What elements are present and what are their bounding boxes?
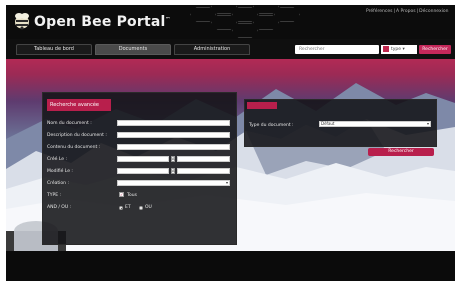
- hex-decoration: [274, 7, 300, 22]
- field-label: Modifié Le :: [47, 169, 73, 174]
- created-from-input[interactable]: [117, 156, 169, 162]
- field-label: Nom du document :: [47, 121, 92, 126]
- field-label: Créé Le :: [47, 157, 68, 162]
- document-description-input[interactable]: [117, 132, 230, 138]
- and-radio-label: ET: [125, 205, 131, 210]
- chevron-down-icon: ▾: [426, 121, 429, 126]
- hex-decoration: [253, 5, 279, 14]
- app-title: Open Bee Portal™: [34, 14, 171, 30]
- document-type-value: Défaut: [321, 121, 335, 126]
- field-label: Contenu du document :: [47, 145, 101, 150]
- field-label: Création :: [47, 181, 69, 186]
- hex-decoration: [232, 23, 258, 38]
- bee-logo-icon: [15, 13, 29, 30]
- modified-to-input[interactable]: [177, 168, 230, 174]
- preferences-link[interactable]: Préférences: [366, 9, 392, 14]
- field-label: Description du document :: [47, 133, 107, 138]
- document-type-panel: Type du document : Défaut ▾: [244, 99, 437, 147]
- main-nav: Tableau de bord Documents Administration…: [6, 39, 455, 59]
- find-button[interactable]: Rechercher: [368, 148, 434, 156]
- separator: |: [416, 9, 419, 14]
- footer: [6, 251, 455, 281]
- and-radio[interactable]: [119, 206, 123, 210]
- top-links: Préférences|A Propos|Déconnexion: [365, 9, 449, 14]
- date-range-separator: A: [171, 156, 175, 162]
- and-or-label: AND / OU :: [47, 205, 72, 210]
- type-label: TYPE :: [47, 193, 62, 198]
- mountain-background: Recherche avancée Nom du document : Desc…: [6, 59, 455, 251]
- document-name-input[interactable]: [117, 120, 230, 126]
- logout-link[interactable]: Déconnexion: [419, 9, 448, 14]
- document-type-label: Type du document :: [249, 123, 294, 128]
- all-types-checkbox[interactable]: ✓: [119, 192, 124, 197]
- all-types-label: Tous: [127, 193, 137, 198]
- hex-decoration: [211, 15, 237, 30]
- hex-decoration: [253, 15, 279, 30]
- hex-decoration: [211, 5, 237, 14]
- advanced-search-panel: Recherche avancée Nom du document : Desc…: [42, 92, 237, 245]
- advanced-search-title: Recherche avancée: [47, 99, 111, 111]
- creator-select[interactable]: ▾: [117, 180, 230, 186]
- created-to-input[interactable]: [177, 156, 230, 162]
- chevron-down-icon: ▾: [225, 180, 228, 185]
- type-select[interactable]: type ▾: [381, 45, 417, 54]
- modified-from-input[interactable]: [117, 168, 169, 174]
- tab-dashboard[interactable]: Tableau de bord: [16, 44, 92, 55]
- portal-window: Open Bee Portal™ Préférences|A Propos|Dé…: [6, 5, 455, 281]
- document-type-panel-header: [247, 102, 277, 109]
- document-content-input[interactable]: [117, 144, 230, 150]
- separator: |: [393, 9, 395, 14]
- document-type-select[interactable]: Défaut ▾: [319, 121, 431, 127]
- document-type-icon: [383, 45, 389, 52]
- search-button[interactable]: Rechercher: [419, 45, 451, 54]
- or-radio[interactable]: [139, 206, 143, 210]
- tab-documents[interactable]: Documents: [95, 44, 171, 55]
- header: Open Bee Portal™ Préférences|A Propos|Dé…: [6, 5, 455, 39]
- hex-decoration: [232, 7, 258, 22]
- search-input[interactable]: Rechercher: [295, 45, 379, 54]
- type-select-label: type ▾: [391, 47, 405, 52]
- hex-decoration: [190, 7, 216, 22]
- date-range-separator: A: [171, 168, 175, 174]
- about-link[interactable]: A Propos: [396, 9, 416, 14]
- tab-administration[interactable]: Administration: [174, 44, 250, 55]
- or-radio-label: OU: [145, 205, 152, 210]
